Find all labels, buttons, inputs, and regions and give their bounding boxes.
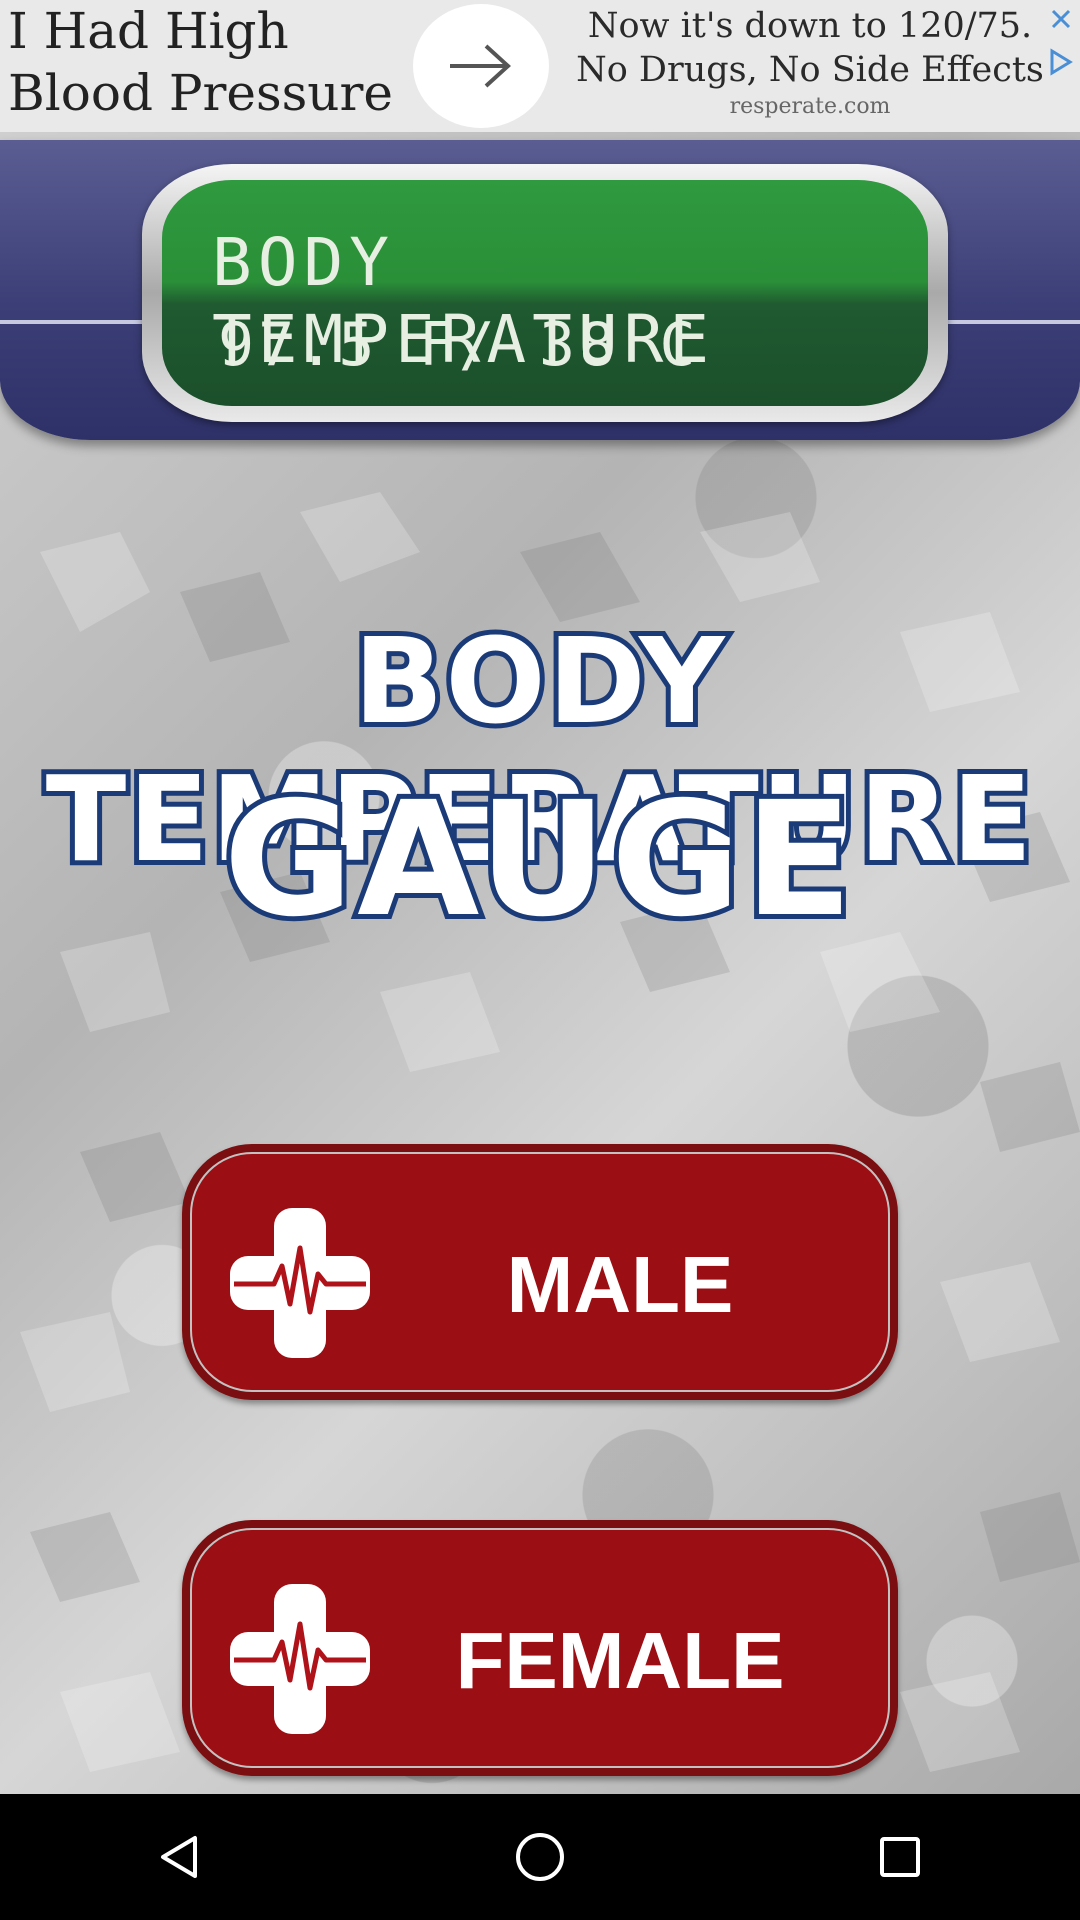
lcd-display: BODY TEMPERATURE 97.5 F/ 38 C (142, 164, 948, 422)
ad-domain: resperate.com (729, 94, 891, 119)
header-divider-left (0, 320, 148, 324)
female-button[interactable]: FEMALE (182, 1520, 898, 1776)
ad-banner[interactable]: I Had High Blood Pressure Now it's down … (0, 0, 1080, 132)
female-button-label: FEMALE (455, 1616, 785, 1705)
back-triangle-icon[interactable] (120, 1807, 240, 1907)
app-title-line2: GAUGE (218, 763, 857, 957)
adchoices-icon[interactable] (1042, 44, 1078, 80)
system-nav-bar (0, 1794, 1080, 1920)
lcd-screen: BODY TEMPERATURE 97.5 F/ 38 C (162, 180, 928, 406)
recents-square-icon[interactable] (840, 1807, 960, 1907)
header-divider-right (944, 320, 1080, 324)
male-button[interactable]: MALE (182, 1144, 898, 1400)
arrow-right-icon[interactable] (413, 4, 549, 128)
male-button-face: MALE (190, 1152, 890, 1392)
close-icon[interactable] (1042, 0, 1080, 38)
lcd-temperature-readout: 97.5 F/ 38 C (218, 310, 700, 380)
home-circle-icon[interactable] (480, 1807, 600, 1907)
ad-description: Now it's down to 120/75. No Drugs, No Si… (576, 6, 1044, 90)
ad-headline: I Had High Blood Pressure (8, 2, 393, 122)
medical-cross-heartbeat-icon (230, 1208, 370, 1358)
medical-cross-heartbeat-icon (230, 1584, 370, 1734)
male-button-label: MALE (506, 1240, 734, 1329)
female-button-face: FEMALE (190, 1528, 890, 1768)
app-screen: BODY TEMPERATURE 97.5 F/ 38 C BODY TEMPE… (0, 132, 1080, 1794)
